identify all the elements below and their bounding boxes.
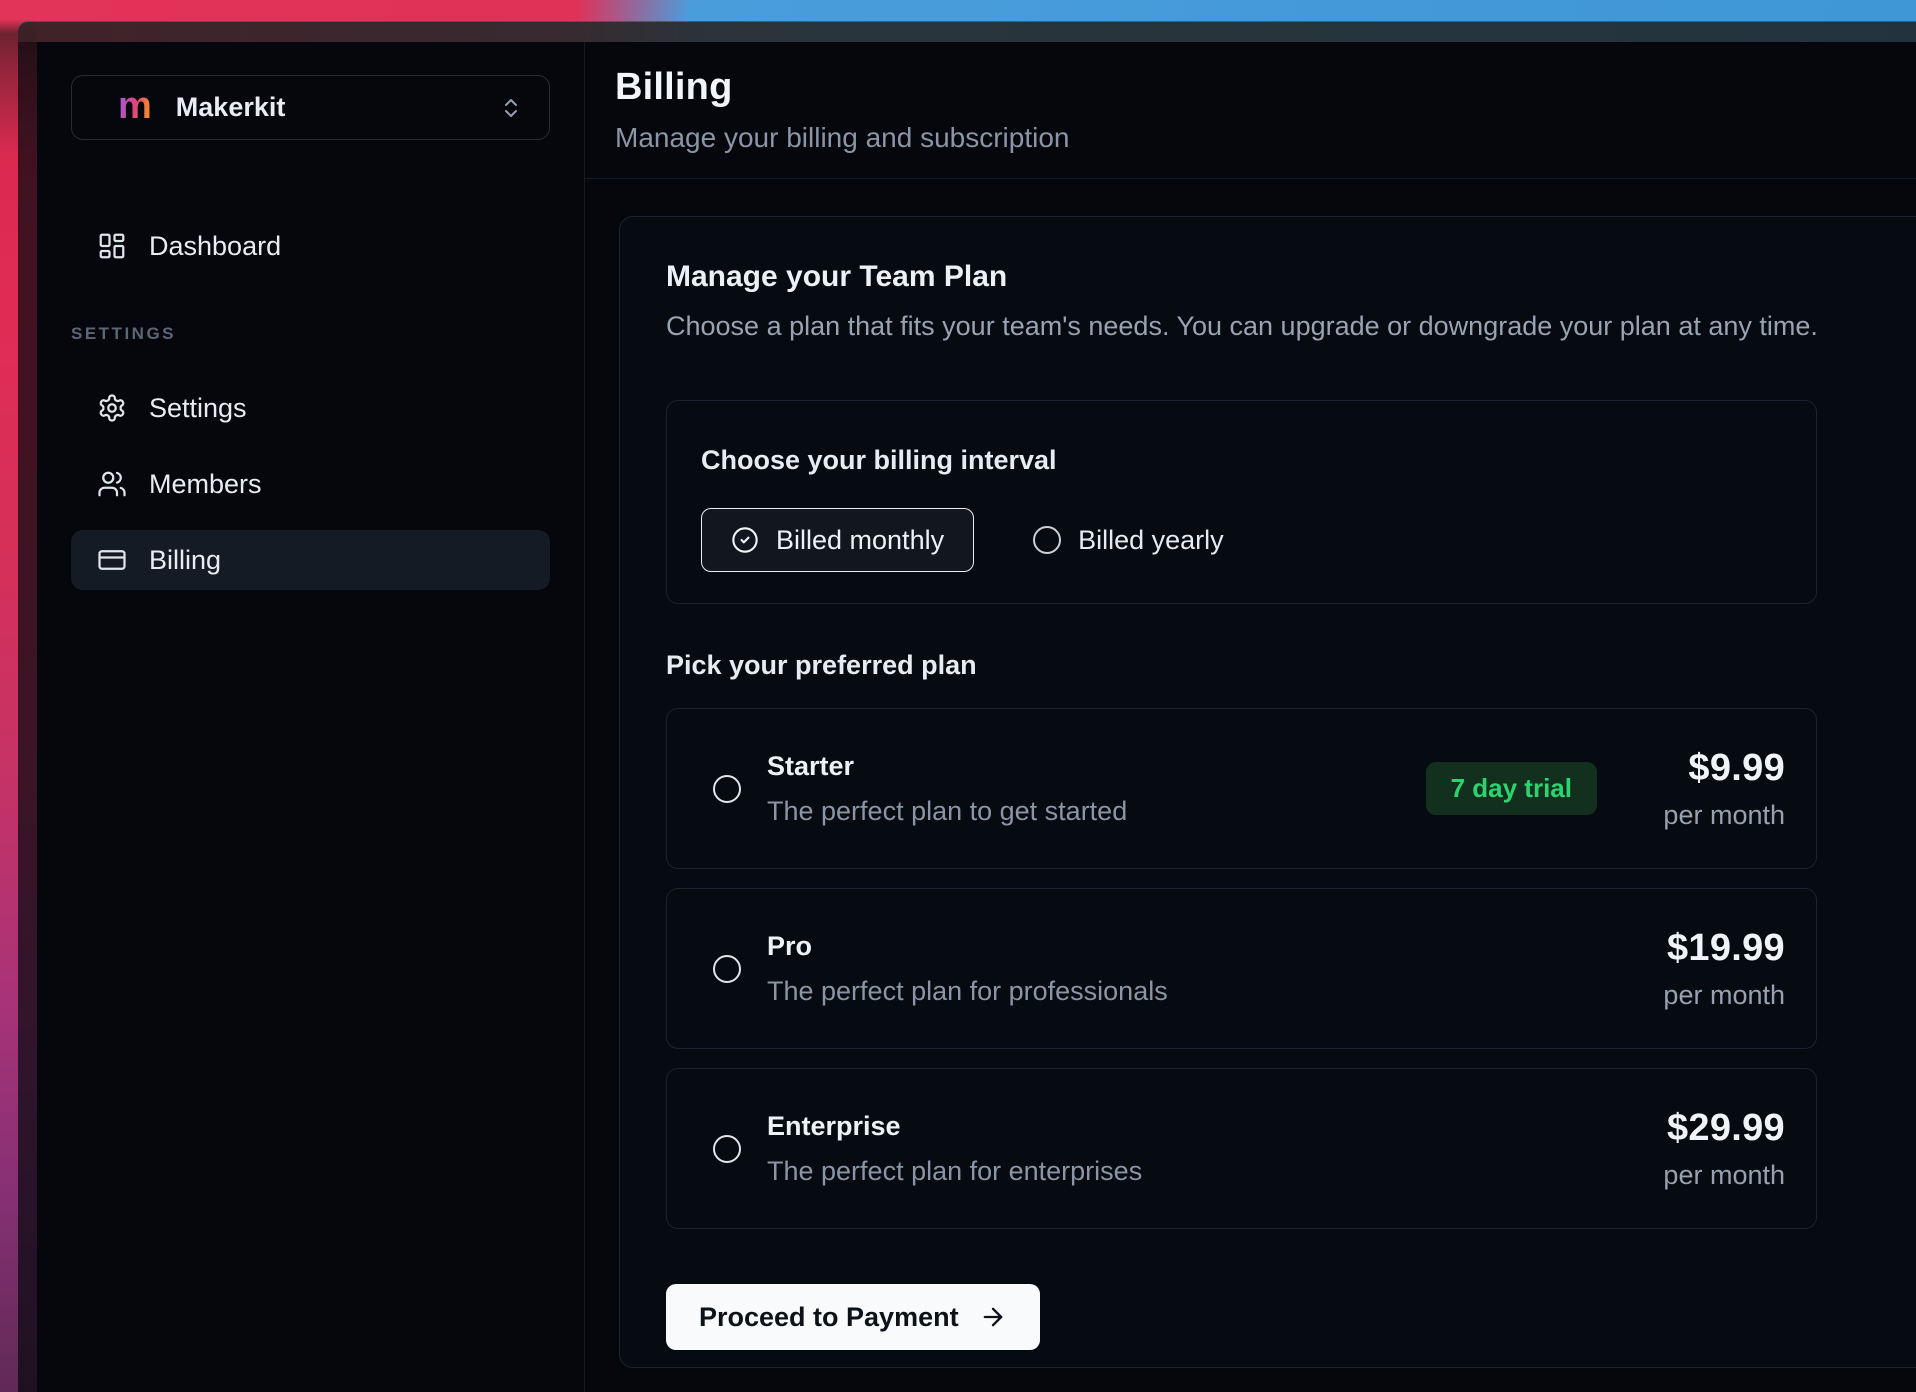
plan-period: per month [1635,1160,1785,1191]
card-description: Choose a plan that fits your team's need… [666,311,1916,342]
plan-price-area: 7 day trial $9.99 per month [1426,747,1785,831]
team-plan-card: Manage your Team Plan Choose a plan that… [619,216,1916,1368]
chevrons-up-down-icon [499,96,523,120]
plan-row-starter[interactable]: Starter The perfect plan to get started … [666,708,1817,869]
team-selector[interactable]: m Makerkit [71,75,550,140]
plan-name: Starter [767,751,1127,782]
price-block: $29.99 per month [1635,1107,1785,1191]
billed-monthly-label: Billed monthly [776,525,944,556]
team-name: Makerkit [176,92,286,123]
layout-dashboard-icon [97,231,127,261]
radio-circle-icon[interactable] [713,775,741,803]
sidebar-item-label: Members [149,469,262,500]
billing-interval-label: Choose your billing interval [701,445,1816,476]
sidebar-section-settings: SETTINGS [71,324,550,344]
billed-yearly-option[interactable]: Billed yearly [1033,525,1224,556]
card-title: Manage your Team Plan [666,260,1916,294]
page-title: Billing [615,66,1916,109]
plan-price-area: $29.99 per month [1635,1107,1785,1191]
plan-row-pro[interactable]: Pro The perfect plan for professionals $… [666,888,1817,1049]
page-subtitle: Manage your billing and subscription [615,122,1916,154]
plan-description: The perfect plan for enterprises [767,1156,1142,1187]
plan-period: per month [1635,980,1785,1011]
plan-description: The perfect plan for professionals [767,976,1168,1007]
price-block: $9.99 per month [1635,747,1785,831]
plan-price: $19.99 [1635,927,1785,970]
billed-yearly-label: Billed yearly [1078,525,1224,556]
plans-label: Pick your preferred plan [666,650,1916,681]
window-left-edge [18,42,37,1392]
plan-description: The perfect plan to get started [767,796,1127,827]
gear-icon [97,393,127,423]
plan-price-area: $19.99 per month [1635,927,1785,1011]
check-circle-icon [731,526,759,554]
sidebar-item-dashboard[interactable]: Dashboard [71,216,550,276]
sidebar-item-billing[interactable]: Billing [71,530,550,590]
plan-text: Starter The perfect plan to get started [767,751,1127,827]
app-window: m Makerkit Dashboard SETTINGS Settings [37,42,1916,1392]
radio-circle-icon[interactable] [713,1135,741,1163]
sidebar: m Makerkit Dashboard SETTINGS Settings [37,42,585,1392]
window-titlebar[interactable] [18,21,1916,42]
sidebar-item-label: Settings [149,393,247,424]
plan-name: Enterprise [767,1111,1142,1142]
plan-price: $9.99 [1635,747,1785,790]
plan-text: Enterprise The perfect plan for enterpri… [767,1111,1142,1187]
users-icon [97,469,127,499]
sidebar-item-members[interactable]: Members [71,454,550,514]
plan-text: Pro The perfect plan for professionals [767,931,1168,1007]
sidebar-nav: Dashboard SETTINGS Settings Members B [71,216,550,590]
plan-row-enterprise[interactable]: Enterprise The perfect plan for enterpri… [666,1068,1817,1229]
plan-period: per month [1635,800,1785,831]
sidebar-item-settings[interactable]: Settings [71,378,550,438]
plans-list: Starter The perfect plan to get started … [666,708,1916,1229]
radio-circle-icon[interactable] [713,955,741,983]
billed-monthly-option[interactable]: Billed monthly [701,508,974,572]
billing-interval-box: Choose your billing interval Billed mont… [666,400,1817,604]
page-header: Billing Manage your billing and subscrip… [585,42,1916,154]
plan-name: Pro [767,931,1168,962]
trial-badge: 7 day trial [1426,762,1597,815]
arrow-right-icon [979,1303,1007,1331]
billing-interval-options: Billed monthly Billed yearly [701,508,1816,572]
makerkit-logo-icon: m [118,87,152,125]
proceed-to-payment-label: Proceed to Payment [699,1302,959,1333]
price-block: $19.99 per month [1635,927,1785,1011]
main-content: Billing Manage your billing and subscrip… [585,42,1916,1392]
sidebar-item-label: Dashboard [149,231,281,262]
header-divider [585,178,1916,179]
sidebar-item-label: Billing [149,545,221,576]
proceed-to-payment-button[interactable]: Proceed to Payment [666,1284,1040,1350]
credit-card-icon [97,545,127,575]
plan-price: $29.99 [1635,1107,1785,1150]
radio-circle-icon [1033,526,1061,554]
